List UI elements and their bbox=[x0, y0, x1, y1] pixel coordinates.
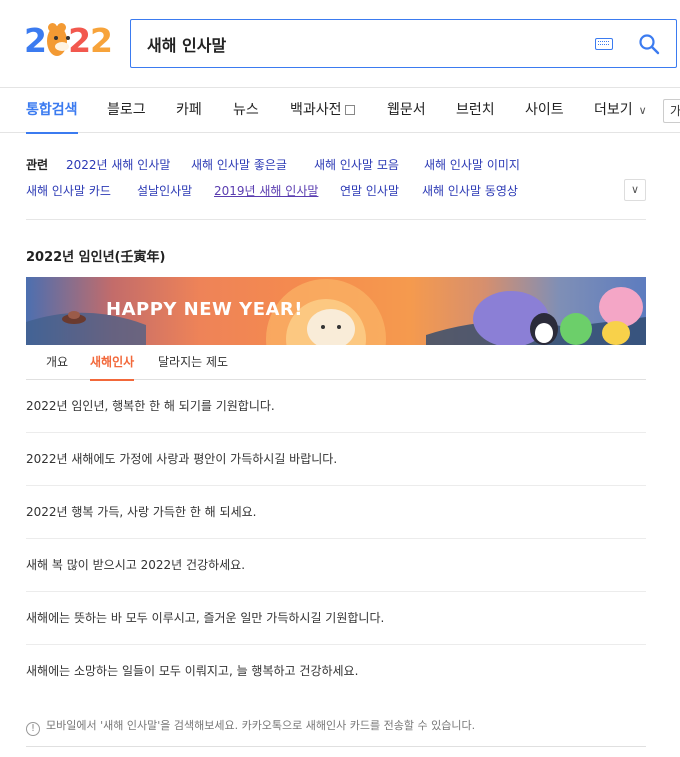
external-box-icon bbox=[344, 105, 355, 115]
tab-more-label: 더보기 bbox=[594, 102, 633, 118]
related-term[interactable]: 새해 인사말 이미지 bbox=[424, 156, 520, 173]
related-term[interactable]: 설날인사말 bbox=[137, 182, 192, 199]
related-term[interactable]: 새해 인사말 동영상 bbox=[422, 182, 518, 199]
notice-text: 모바일에서 '새해 인사말'을 검색해보세요. 카카오톡으로 새해인사 카드를 … bbox=[46, 719, 476, 732]
tab-web[interactable]: 웹문서 bbox=[387, 88, 426, 133]
greeting-item: 2022년 임인년, 행복한 한 해 되기를 기원합니다. bbox=[26, 380, 646, 433]
new-year-banner: HAPPY NEW YEAR! bbox=[26, 277, 646, 345]
related-term[interactable]: 연말 인사말 bbox=[340, 182, 399, 199]
search-tabs: 통합검색 블로그 카페 뉴스 백과사전 웹문서 브런치 사이트 더보기 ∨ bbox=[0, 88, 680, 134]
subtab-changes[interactable]: 달라지는 제도 bbox=[158, 345, 228, 380]
tab-news[interactable]: 뉴스 bbox=[233, 88, 259, 133]
subtab-overview[interactable]: 개요 bbox=[46, 345, 68, 380]
tab-blog[interactable]: 블로그 bbox=[107, 88, 146, 133]
search-icon[interactable] bbox=[638, 33, 660, 55]
mobile-notice: ! 모바일에서 '새해 인사말'을 검색해보세요. 카카오톡으로 새해인사 카드를… bbox=[26, 707, 646, 747]
chevron-down-icon: ∨ bbox=[638, 104, 647, 117]
tab-all[interactable]: 통합검색 bbox=[26, 88, 78, 134]
greeting-item: 새해 복 많이 받으시고 2022년 건강하세요. bbox=[26, 539, 646, 592]
greeting-item: 새해에는 소망하는 일들이 모두 이뤄지고, 늘 행복하고 건강하세요. bbox=[26, 664, 359, 678]
related-term[interactable]: 새해 인사말 좋은글 bbox=[191, 156, 287, 173]
subtab-greetings[interactable]: 새해인사 bbox=[90, 345, 135, 381]
tab-encyclopedia[interactable]: 백과사전 bbox=[290, 88, 355, 133]
section-subtabs: 개요 새해인사 달라지는 제도 bbox=[26, 345, 646, 381]
keyboard-icon[interactable] bbox=[595, 38, 613, 50]
search-box bbox=[130, 19, 677, 68]
greeting-item: 2022년 새해에도 가정에 사랑과 평안이 가득하시길 바랍니다. bbox=[26, 433, 646, 486]
header: 222 bbox=[0, 0, 680, 88]
related-term[interactable]: 새해 인사말 모음 bbox=[314, 156, 399, 173]
related-term[interactable]: 새해 인사말 카드 bbox=[26, 182, 111, 199]
greeting-item: 새해에는 뜻하는 바 모두 이루시고, 즐거운 일만 가득하시길 기원합니다. bbox=[26, 592, 646, 645]
info-icon: ! bbox=[26, 722, 40, 736]
font-size-button[interactable]: 가 bbox=[663, 99, 680, 123]
banner-text: HAPPY NEW YEAR! bbox=[106, 299, 303, 320]
tab-cafe[interactable]: 카페 bbox=[176, 88, 202, 133]
section-title: 2022년 임인년(壬寅年) bbox=[26, 250, 166, 265]
search-input[interactable] bbox=[147, 32, 567, 56]
related-term[interactable]: 2022년 새해 인사말 bbox=[66, 156, 170, 173]
tiger-icon bbox=[46, 23, 70, 56]
related-label: 관련 bbox=[26, 158, 49, 172]
tab-more[interactable]: 더보기 ∨ bbox=[594, 88, 647, 133]
tab-brunch[interactable]: 브런치 bbox=[456, 88, 495, 133]
logo[interactable]: 222 bbox=[24, 22, 113, 60]
related-searches: 관련 2022년 새해 인사말 새해 인사말 좋은글 새해 인사말 모음 새해 … bbox=[26, 150, 646, 220]
greeting-item: 2022년 행복 가득, 사랑 가득한 한 해 되세요. bbox=[26, 486, 646, 539]
related-expand-button[interactable]: ∨ bbox=[624, 179, 646, 201]
tab-encyclopedia-label: 백과사전 bbox=[290, 102, 342, 118]
tab-site[interactable]: 사이트 bbox=[525, 88, 564, 133]
related-term[interactable]: 2019년 새해 인사말 bbox=[214, 182, 318, 199]
